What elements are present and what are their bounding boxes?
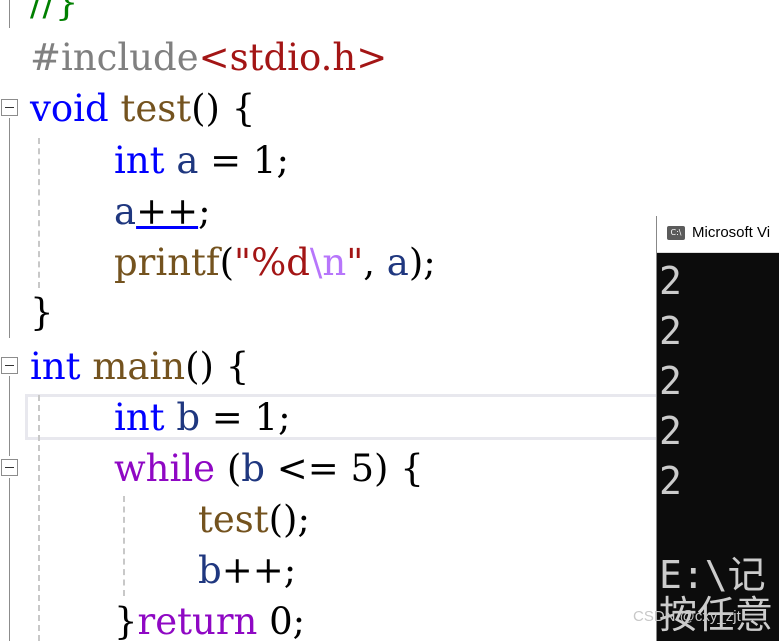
variable: a <box>114 190 137 233</box>
keyword: void <box>30 87 109 130</box>
indent-guide <box>38 138 40 288</box>
console-app-icon: C:\ <box>667 226 685 240</box>
code-text: = 1; <box>200 396 291 439</box>
keyword: while <box>114 447 216 490</box>
console-output-line: 2 <box>659 259 682 303</box>
console-output-line: 2 <box>659 409 682 453</box>
variable: b <box>198 549 222 592</box>
code-text: ); <box>408 241 436 284</box>
collapse-while-toggle[interactable] <box>1 459 18 476</box>
code-line-int-a[interactable]: int a = 1; <box>114 136 289 186</box>
indent-guide <box>38 395 40 641</box>
collapse-test-toggle[interactable] <box>1 99 18 116</box>
fold-guide <box>9 0 10 28</box>
fold-guide <box>9 118 10 338</box>
code-line-void-test[interactable]: void test() { <box>30 84 255 134</box>
keyword: int <box>30 345 81 388</box>
code-line-test-call[interactable]: test(); <box>198 495 310 545</box>
code-text: ( <box>219 241 235 284</box>
code-text: 0; <box>257 600 306 641</box>
code-line-0[interactable]: //} <box>30 0 78 28</box>
keyword: int <box>114 396 165 439</box>
code-text: = 1; <box>198 139 289 182</box>
code-text: () { <box>185 345 250 388</box>
preprocessor-directive: #include <box>30 36 199 79</box>
fold-guide <box>9 478 10 641</box>
code-line-int-main[interactable]: int main() { <box>30 342 249 392</box>
code-text: } <box>114 600 138 641</box>
console-title: Microsoft Vi <box>692 224 771 241</box>
console-output-line: 2 <box>659 359 682 403</box>
fold-guide <box>9 376 10 456</box>
watermark: CSDN @cxy_zjt <box>633 608 741 625</box>
code-line-b-inc[interactable]: b++; <box>198 546 296 596</box>
comment: //} <box>30 0 79 24</box>
code-line-while[interactable]: while (b <= 5) { <box>114 444 424 494</box>
code-text: ( <box>215 447 242 490</box>
keyword: return <box>137 600 258 641</box>
function-name: test <box>120 87 192 130</box>
code-line-include[interactable]: #include<stdio.h> <box>30 33 387 83</box>
function-name: main <box>92 345 186 388</box>
function-name: test <box>198 498 269 541</box>
variable: a <box>386 241 409 284</box>
code-line-a-inc[interactable]: a++; <box>114 187 211 237</box>
escape-sequence: \n <box>309 241 347 284</box>
code-text: () { <box>191 87 256 130</box>
code-line-int-b[interactable]: int b = 1; <box>114 393 291 443</box>
code-text: ++; <box>221 549 297 592</box>
console-output-line: 2 <box>659 459 682 503</box>
code-text: (); <box>268 498 310 541</box>
variable: a <box>176 139 199 182</box>
string-literal: " <box>346 241 364 284</box>
variable: b <box>241 447 265 490</box>
keyword: int <box>114 139 165 182</box>
code-text: ; <box>198 190 211 233</box>
string-literal: "%d <box>234 241 310 284</box>
indent-guide <box>123 496 125 596</box>
console-title-bar[interactable]: C:\ Microsoft Vi <box>657 216 779 253</box>
code-line-close-brace[interactable]: } <box>30 288 54 338</box>
code-text: <= 5) { <box>264 447 424 490</box>
increment-operator: ++ <box>136 190 199 233</box>
code-text: } <box>30 291 54 334</box>
collapse-main-toggle[interactable] <box>1 357 18 374</box>
include-header: <stdio.h> <box>198 36 388 79</box>
code-line-printf[interactable]: printf("%d\n", a); <box>114 238 436 288</box>
code-text: , <box>363 241 387 284</box>
debug-console-window[interactable]: C:\ Microsoft Vi 2 2 2 2 2 E:\记 按任意 <box>656 216 779 641</box>
variable: b <box>176 396 200 439</box>
code-line-return[interactable]: }return 0; <box>114 597 305 641</box>
console-output-line: 2 <box>659 309 682 353</box>
function-name: printf <box>114 241 220 284</box>
